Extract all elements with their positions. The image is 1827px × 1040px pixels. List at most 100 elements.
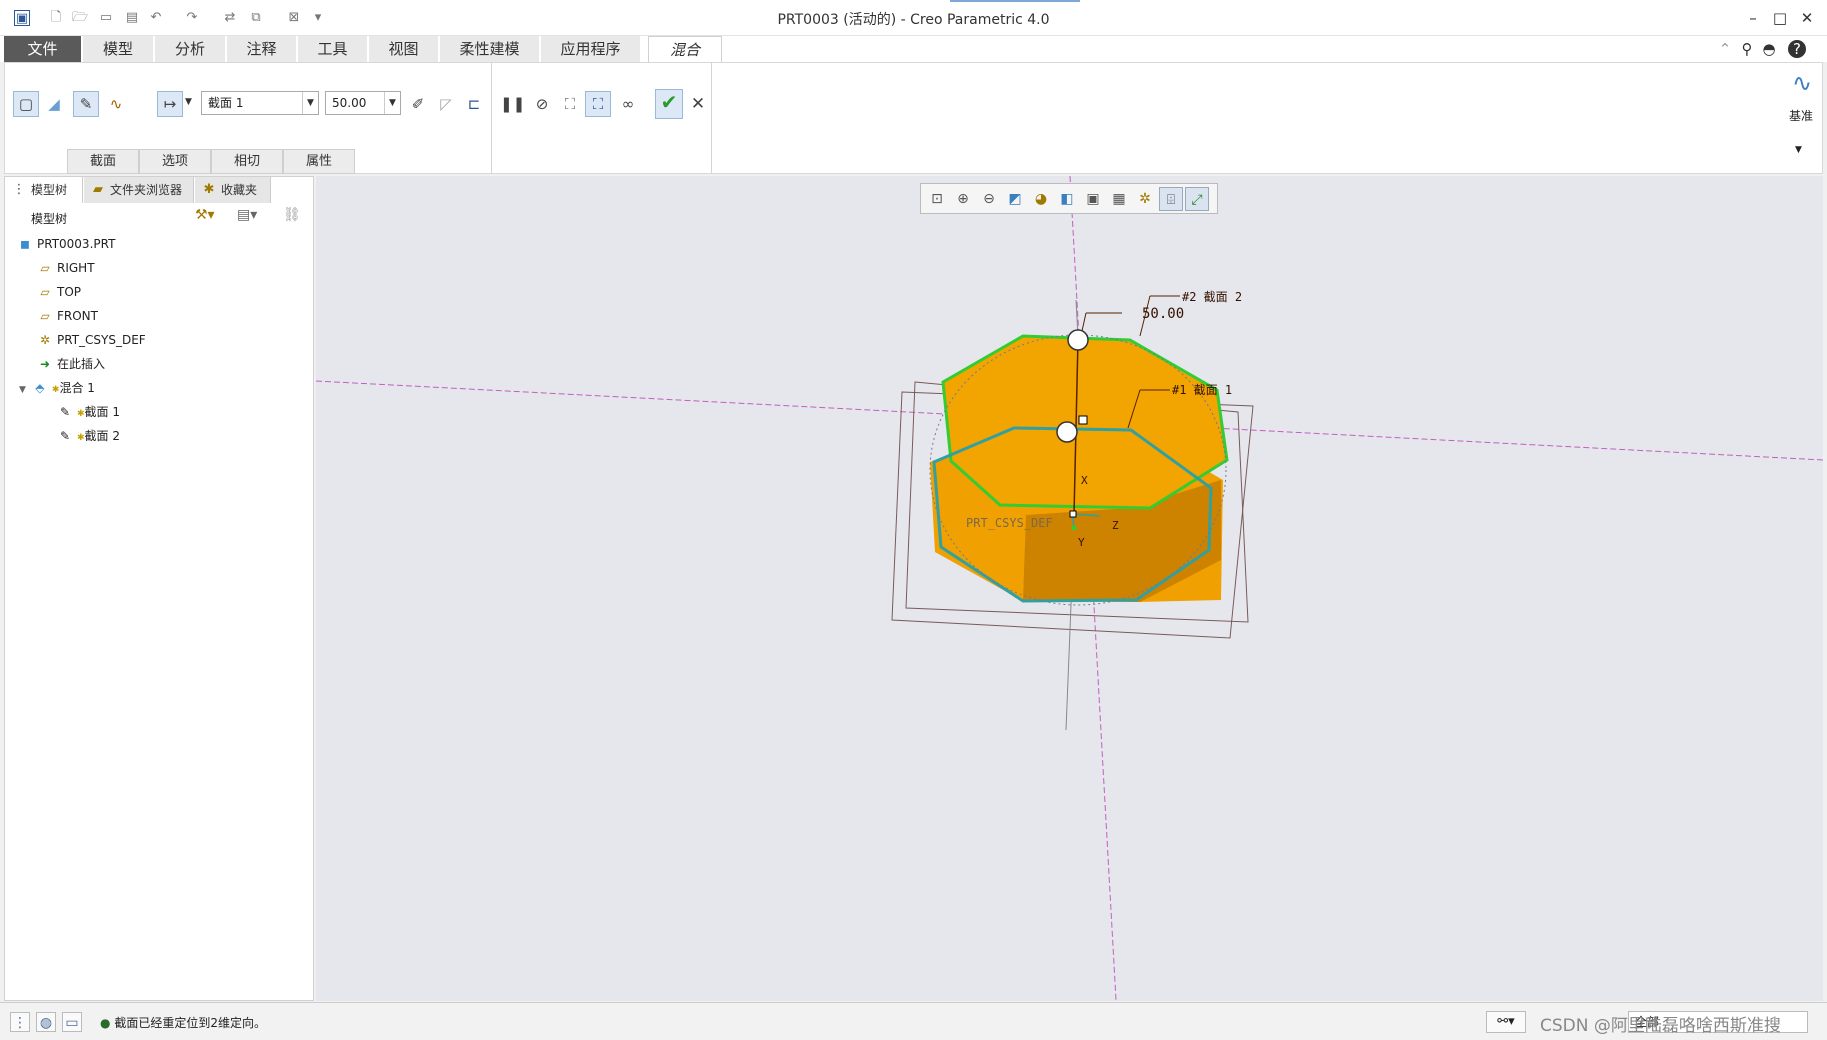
axis-x-label: X [1081, 474, 1088, 487]
window-title: PRT0003 (活动的) - Creo Parametric 4.0 [777, 12, 1050, 28]
settings-icon[interactable]: ⚒▾ [195, 207, 215, 223]
new-feature-marker: ✱ [77, 433, 85, 443]
tab-folder-browser[interactable]: ▰ 文件夹浏览器 [84, 177, 194, 203]
tab-favorites[interactable]: ✱ 收藏夹 [195, 177, 271, 203]
tab-view[interactable]: 视图 [369, 36, 439, 62]
filter-icon[interactable]: ⛓ [283, 207, 301, 223]
tab-applications[interactable]: 应用程序 [541, 36, 641, 62]
tree-item-section-1[interactable]: ✎ ✱截面 1 [57, 401, 120, 423]
tab-tools[interactable]: 工具 [298, 36, 368, 62]
full-screen-icon[interactable]: ▭ [62, 1012, 82, 1032]
tree-item-insert-here[interactable]: ➜ 在此插入 [37, 353, 105, 375]
sketch-edit-icon[interactable]: ✐ [405, 91, 431, 117]
help-icon[interactable]: ? [1788, 40, 1806, 58]
blind-depth-icon[interactable]: ↦ [157, 91, 183, 117]
csys-origin [1069, 510, 1077, 518]
close-button[interactable]: ✕ [1796, 8, 1818, 28]
tab-blend[interactable]: 混合 [648, 36, 722, 62]
datum-label[interactable]: 基准 [1781, 107, 1821, 124]
start-point-marker[interactable] [1078, 415, 1088, 425]
tab-model[interactable]: 模型 [83, 36, 154, 62]
chevron-down-icon[interactable]: ▼ [384, 92, 400, 114]
zoom-out-icon[interactable]: ⊖ [977, 187, 1001, 211]
browser-toggle-icon[interactable]: ◍ [36, 1012, 56, 1032]
tree-item-front[interactable]: ▱ FRONT [37, 305, 98, 327]
tree-item-part[interactable]: ◼ PRT0003.PRT [17, 233, 115, 255]
model-viewport[interactable]: 50.00 #2 截面 2 #1 截面 1 PRT_CSYS_DEF X Y Z [316, 176, 1823, 1001]
tab-flexible-modeling[interactable]: 柔性建模 [440, 36, 540, 62]
no-preview-icon[interactable]: ⊘ [529, 91, 555, 117]
subtab-tangency[interactable]: 相切 [211, 149, 283, 174]
graphics-toolbar: ⊡ ⊕ ⊖ ◩ ◕ ◧ ▣ ▦ ✲ ⌹ ⤢ [920, 183, 1218, 214]
datum-plane-icon: ▱ [40, 309, 50, 323]
community-icon[interactable]: ◓ [1760, 40, 1778, 58]
subtab-options[interactable]: 选项 [139, 149, 211, 174]
tree-item-label: RIGHT [57, 261, 95, 275]
drag-handle-top[interactable] [1067, 329, 1089, 351]
datum-dropdown-icon[interactable]: ▼ [1795, 145, 1802, 155]
section-select[interactable]: 截面 1 ▼ [201, 91, 319, 115]
collapse-ribbon-icon[interactable]: ⌃ [1716, 40, 1734, 58]
cancel-button[interactable]: ✕ [685, 91, 711, 117]
verify-icon[interactable]: ∞ [615, 91, 641, 117]
tree-item-blend[interactable]: ▼ ⬘ ✱混合 1 [19, 377, 95, 399]
depth-type-dropdown-icon[interactable]: ▼ [185, 97, 192, 107]
drag-handle-bottom[interactable] [1056, 421, 1078, 443]
ribbon-tab-bar: 文件 模型 分析 注释 工具 视图 柔性建模 应用程序 混合 ⌃ ⚲ ◓ ? [0, 36, 1827, 62]
datum-icon[interactable]: ∿ [1787, 69, 1817, 97]
chevron-down-icon[interactable]: ▼ [302, 92, 318, 114]
show-icon[interactable]: ▤▾ [237, 207, 257, 223]
selected-sections-icon[interactable]: ∿ [103, 91, 129, 117]
remove-material-icon[interactable]: ◸ [433, 91, 459, 117]
geometry-preview-icon[interactable]: ⛶ [557, 91, 583, 117]
subtab-sections[interactable]: 截面 [67, 149, 139, 174]
zoom-in-icon[interactable]: ⊕ [951, 187, 975, 211]
tree-item-csys[interactable]: ✲ PRT_CSYS_DEF [37, 329, 146, 351]
axis-z-label: Z [1112, 519, 1119, 532]
ribbon-panel: ▢ ◢ ✎ ∿ ↦ ▼ 截面 1 ▼ 50.00 ▼ ✐ ◸ ⊏ ❚❚ ⊘ ⛶ … [4, 62, 1823, 174]
saved-orientations-icon[interactable]: ◧ [1055, 187, 1079, 211]
maximize-button[interactable]: □ [1769, 8, 1791, 28]
tree-item-right[interactable]: ▱ RIGHT [37, 257, 95, 279]
pause-icon[interactable]: ❚❚ [499, 91, 525, 117]
view-manager-icon[interactable]: ▣ [1081, 187, 1105, 211]
surface-icon[interactable]: ◢ [41, 91, 67, 117]
tree-item-section-2[interactable]: ✎ ✱截面 2 [57, 425, 120, 447]
section-1-label: #1 截面 1 [1172, 383, 1232, 397]
tree-item-label: PRT0003.PRT [37, 237, 116, 251]
solid-icon[interactable]: ▢ [13, 91, 39, 117]
navigator-toggle-icon[interactable]: ⋮ [10, 1012, 30, 1032]
expand-icon[interactable]: ▼ [19, 385, 26, 395]
datum-plane-icon: ▱ [40, 261, 50, 275]
search-icon[interactable]: ⚲ [1738, 40, 1756, 58]
annotation-display-icon[interactable]: ⌹ [1159, 187, 1183, 211]
tab-analysis[interactable]: 分析 [155, 36, 226, 62]
graphics-window[interactable]: 50.00 #2 截面 2 #1 截面 1 PRT_CSYS_DEF X Y Z [316, 176, 1823, 1001]
tab-model-tree[interactable]: ⋮ 模型树 [5, 177, 83, 203]
favorites-icon: ✱ [203, 182, 215, 197]
feature-preview-icon[interactable]: ⛶ [585, 91, 611, 117]
tab-annotate[interactable]: 注释 [227, 36, 297, 62]
sketch-view-icon[interactable]: ⤢ [1185, 187, 1209, 211]
tree-item-top[interactable]: ▱ TOP [37, 281, 81, 303]
folder-icon: ▰ [93, 182, 103, 197]
confirm-button[interactable]: ✔ [655, 89, 683, 119]
subtab-properties[interactable]: 属性 [283, 149, 355, 174]
find-icon[interactable]: ⚯▾ [1486, 1011, 1526, 1033]
status-message-text: 截面已经重定位到2维定向。 [114, 1016, 266, 1030]
dimension-value[interactable]: 50.00 [1142, 306, 1184, 322]
thicken-icon[interactable]: ⊏ [461, 91, 487, 117]
section-select-value: 截面 1 [208, 96, 244, 110]
repaint-icon[interactable]: ◩ [1003, 187, 1027, 211]
tree-item-label: 截面 1 [84, 405, 120, 419]
csys-point [1071, 525, 1077, 531]
tab-file[interactable]: 文件 [4, 36, 82, 62]
sketched-sections-icon[interactable]: ✎ [73, 91, 99, 117]
minimize-button[interactable]: – [1742, 8, 1764, 28]
perspective-icon[interactable]: ▦ [1107, 187, 1131, 211]
display-style-icon[interactable]: ◕ [1029, 187, 1053, 211]
depth-input[interactable]: 50.00 ▼ [325, 91, 401, 115]
datum-display-icon[interactable]: ✲ [1133, 187, 1157, 211]
blend-icon: ⬘ [35, 381, 45, 395]
refit-icon[interactable]: ⊡ [925, 187, 949, 211]
